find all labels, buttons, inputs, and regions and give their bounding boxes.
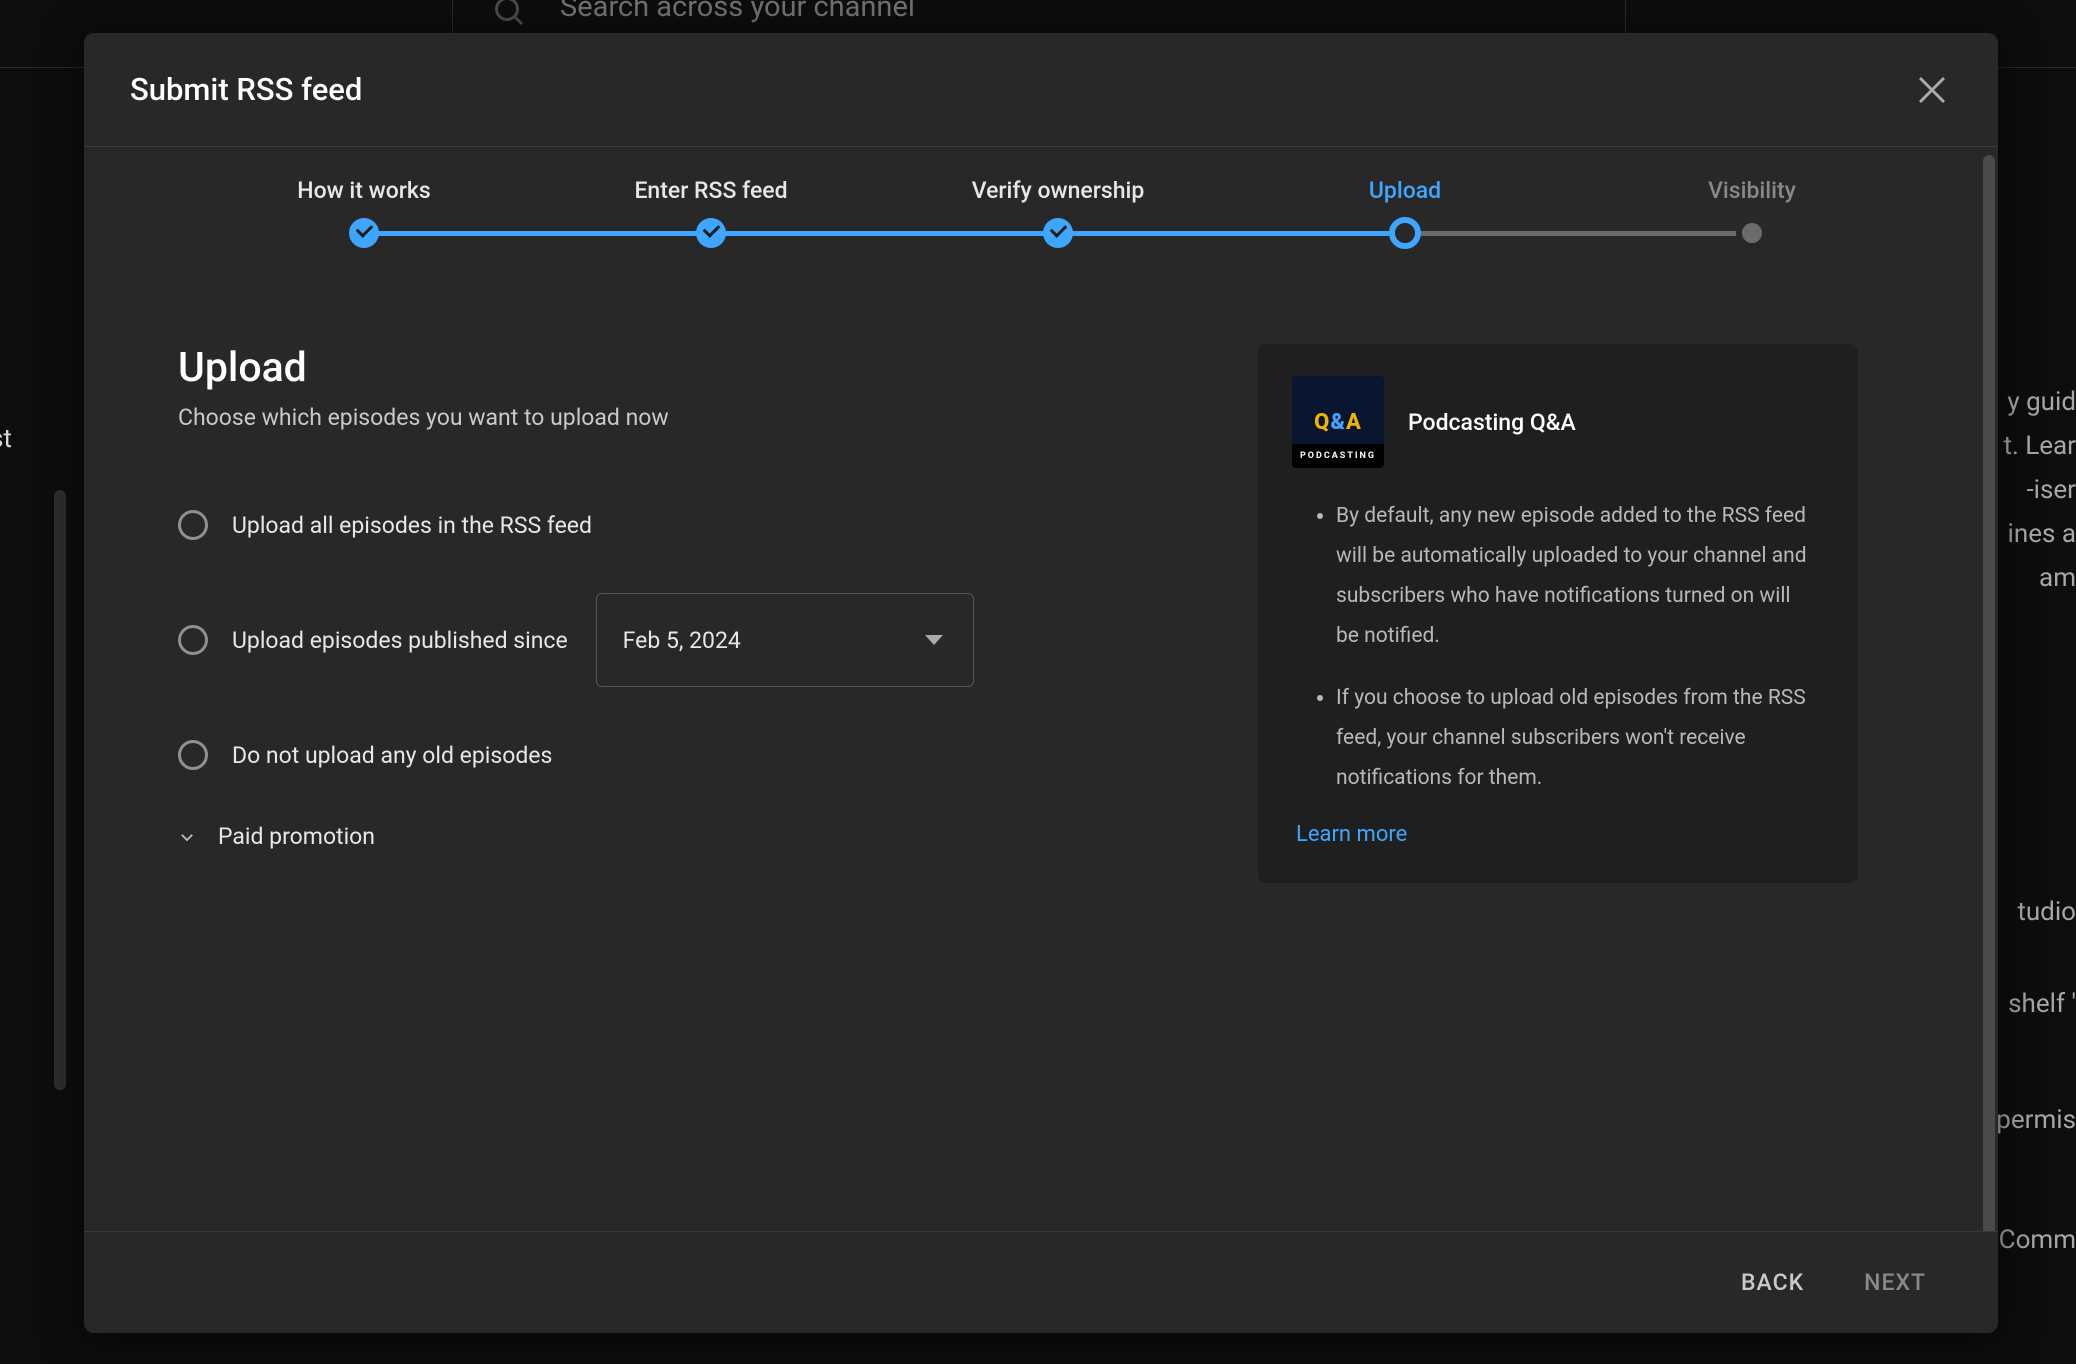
paid-promotion-label: Paid promotion: [218, 823, 375, 850]
modal-footer: BACK NEXT: [84, 1231, 1998, 1333]
option-upload-all[interactable]: Upload all episodes in the RSS feed: [178, 499, 1198, 551]
art-amp: &: [1330, 410, 1346, 435]
background-sidebar: [0, 68, 60, 1364]
upload-form: Upload Choose which episodes you want to…: [178, 344, 1198, 883]
background-sidebar-scrollbar[interactable]: [54, 490, 66, 1090]
stepper-track: [234, 218, 1882, 248]
content-area: Upload Choose which episodes you want to…: [178, 344, 1938, 883]
search-icon: [492, 0, 528, 30]
step-visibility: Visibility: [1622, 177, 1882, 204]
paid-promotion-expander[interactable]: Paid promotion: [178, 823, 1198, 850]
close-icon: [1914, 72, 1950, 108]
radio-upload-all[interactable]: [178, 510, 208, 540]
back-button[interactable]: BACK: [1741, 1269, 1804, 1296]
podcast-artwork: Q&A PODCASTING: [1292, 376, 1384, 468]
next-button[interactable]: NEXT: [1864, 1269, 1926, 1296]
step-dot-2[interactable]: [696, 218, 726, 248]
info-bullet-2: If you choose to upload old episodes fro…: [1336, 678, 1824, 798]
close-button[interactable]: [1914, 72, 1950, 108]
stepper-line-fill: [364, 231, 1405, 236]
search-placeholder: Search across your channel: [560, 0, 915, 24]
info-list: By default, any new episode added to the…: [1292, 496, 1824, 798]
submit-rss-modal: Submit RSS feed How it works Enter RSS f…: [84, 33, 1998, 1333]
radio-label-upload-since: Upload episodes published since: [232, 627, 568, 654]
modal-scrollbar[interactable]: [1983, 155, 1995, 1231]
stepper: How it works Enter RSS feed Verify owner…: [234, 177, 1882, 248]
chevron-down-icon: [178, 828, 196, 846]
art-q: Q: [1314, 410, 1330, 435]
info-card: Q&A PODCASTING Podcasting Q&A By default…: [1258, 344, 1858, 883]
radio-upload-since[interactable]: [178, 625, 208, 655]
chevron-down-icon: [925, 635, 943, 645]
option-upload-since[interactable]: Upload episodes published since Feb 5, 2…: [178, 593, 1198, 687]
date-value: Feb 5, 2024: [623, 627, 741, 654]
step-dot-4[interactable]: [1389, 217, 1421, 249]
podcast-header: Q&A PODCASTING Podcasting Q&A: [1292, 376, 1824, 468]
step-dot-5: [1736, 217, 1768, 249]
step-dot-1[interactable]: [349, 218, 379, 248]
info-bullet-1: By default, any new episode added to the…: [1336, 496, 1824, 656]
step-dot-3[interactable]: [1043, 218, 1073, 248]
modal-header: Submit RSS feed: [84, 33, 1998, 147]
sidebar-fragment-text: st: [0, 424, 12, 454]
page-heading: Upload: [178, 344, 1198, 392]
option-upload-none[interactable]: Do not upload any old episodes: [178, 729, 1198, 781]
radio-label-upload-none: Do not upload any old episodes: [232, 742, 552, 769]
podcast-title: Podcasting Q&A: [1408, 409, 1576, 436]
art-a: A: [1346, 410, 1362, 435]
learn-more-link[interactable]: Learn more: [1296, 822, 1824, 847]
modal-title: Submit RSS feed: [130, 71, 362, 108]
step-upload[interactable]: Upload: [1275, 177, 1535, 204]
radio-upload-none[interactable]: [178, 740, 208, 770]
page-subheading: Choose which episodes you want to upload…: [178, 404, 1198, 431]
modal-body: How it works Enter RSS feed Verify owner…: [84, 147, 1998, 1231]
radio-label-upload-all: Upload all episodes in the RSS feed: [232, 512, 592, 539]
background-right-text: y guid t. Lear iser- ines a am tudio ' s…: [1996, 380, 2076, 1262]
step-enter-rss[interactable]: Enter RSS feed: [581, 177, 841, 204]
art-band-text: PODCASTING: [1300, 451, 1376, 461]
step-verify-ownership[interactable]: Verify ownership: [928, 177, 1188, 204]
step-how-it-works[interactable]: How it works: [234, 177, 494, 204]
date-picker[interactable]: Feb 5, 2024: [596, 593, 974, 687]
